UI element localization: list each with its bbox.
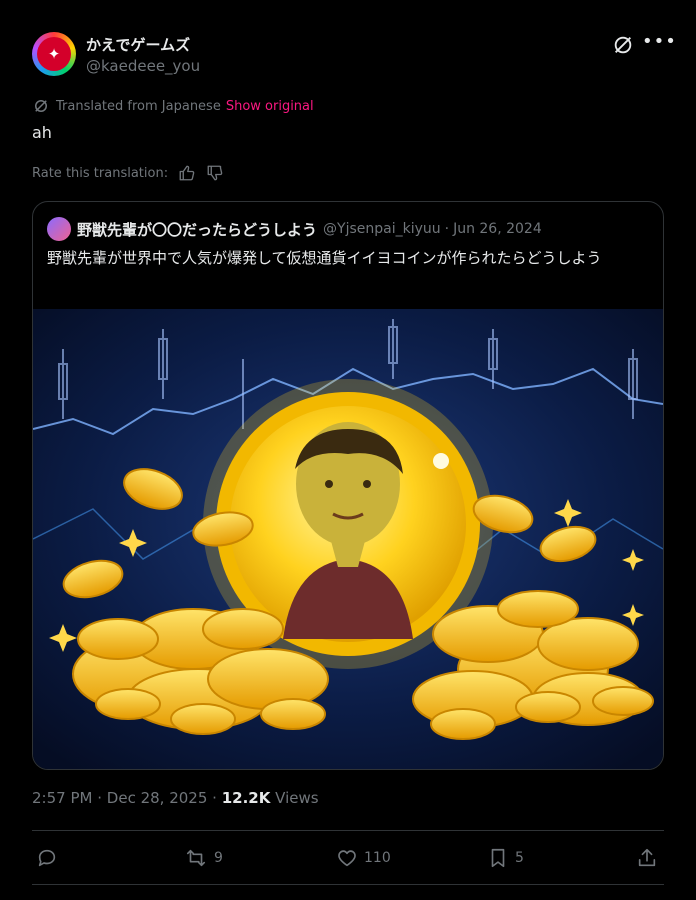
share-icon	[638, 848, 656, 867]
author-avatar[interactable]: ✦	[32, 32, 76, 76]
reply-button[interactable]	[36, 836, 64, 880]
reply-icon	[38, 849, 56, 867]
divider-bottom	[32, 884, 664, 885]
author-handle[interactable]: @kaedeee_you	[86, 57, 200, 75]
bookmark-icon	[491, 848, 505, 868]
gold-coin-illustration[interactable]	[33, 309, 663, 769]
rate-translation-row: Rate this translation:	[32, 163, 224, 183]
action-bar: 9 110 5	[32, 836, 664, 880]
quote-header: 野獣先輩が〇〇だったらどうしよう @Yjsenpai_kiyuu · Jun 2…	[47, 217, 542, 241]
quote-date[interactable]: Jun 26, 2024	[453, 221, 542, 237]
quote-separator: ·	[444, 221, 450, 237]
author-row: ✦ かえでゲームズ @kaedeee_you •••	[32, 32, 676, 82]
author-display-name[interactable]: かえでゲームズ	[86, 34, 190, 55]
tweet-text: ah	[32, 123, 52, 142]
translation-notice: Translated from Japanese Show original	[32, 96, 314, 116]
more-options-icon[interactable]: •••	[642, 33, 676, 56]
share-button[interactable]	[636, 836, 664, 880]
thumbs-up-icon[interactable]	[178, 164, 196, 182]
quote-handle[interactable]: @Yjsenpai_kiyuu	[323, 221, 441, 237]
rate-label: Rate this translation:	[32, 165, 169, 181]
retweet-icon	[186, 849, 206, 867]
translate-icon	[35, 100, 47, 112]
like-count: 110	[364, 850, 391, 866]
retweet-button[interactable]: 9	[184, 836, 223, 880]
bookmark-count: 5	[515, 850, 524, 866]
tweet-date[interactable]: Dec 28, 2025	[107, 789, 208, 807]
grok-icon[interactable]	[612, 34, 634, 56]
maple-leaf-avatar-icon: ✦	[37, 37, 71, 71]
divider-top	[32, 830, 664, 831]
views-count: 12.2K	[221, 789, 271, 807]
quote-avatar[interactable]	[47, 217, 71, 241]
bookmark-button[interactable]: 5	[487, 836, 524, 880]
retweet-count: 9	[214, 850, 223, 866]
thumbs-down-icon[interactable]	[206, 164, 224, 182]
quote-display-name[interactable]: 野獣先輩が〇〇だったらどうしよう	[77, 219, 317, 240]
meta-separator-1: ·	[97, 789, 103, 807]
tweet-meta: 2:57 PM · Dec 28, 2025 · 12.2K Views	[32, 789, 319, 807]
like-button[interactable]: 110	[336, 836, 391, 880]
views-label: Views	[275, 789, 319, 807]
heart-icon	[338, 850, 356, 867]
tweet-time[interactable]: 2:57 PM	[32, 789, 92, 807]
show-original-link[interactable]: Show original	[226, 99, 314, 114]
meta-separator-2: ·	[212, 789, 217, 807]
quote-text: 野獣先輩が世界中で人気が爆発して仮想通貨イイヨコインが作られたらどうしよう	[47, 249, 602, 267]
translated-label: Translated from Japanese	[56, 98, 221, 114]
quoted-tweet-card[interactable]: 野獣先輩が〇〇だったらどうしよう @Yjsenpai_kiyuu · Jun 2…	[32, 201, 664, 770]
